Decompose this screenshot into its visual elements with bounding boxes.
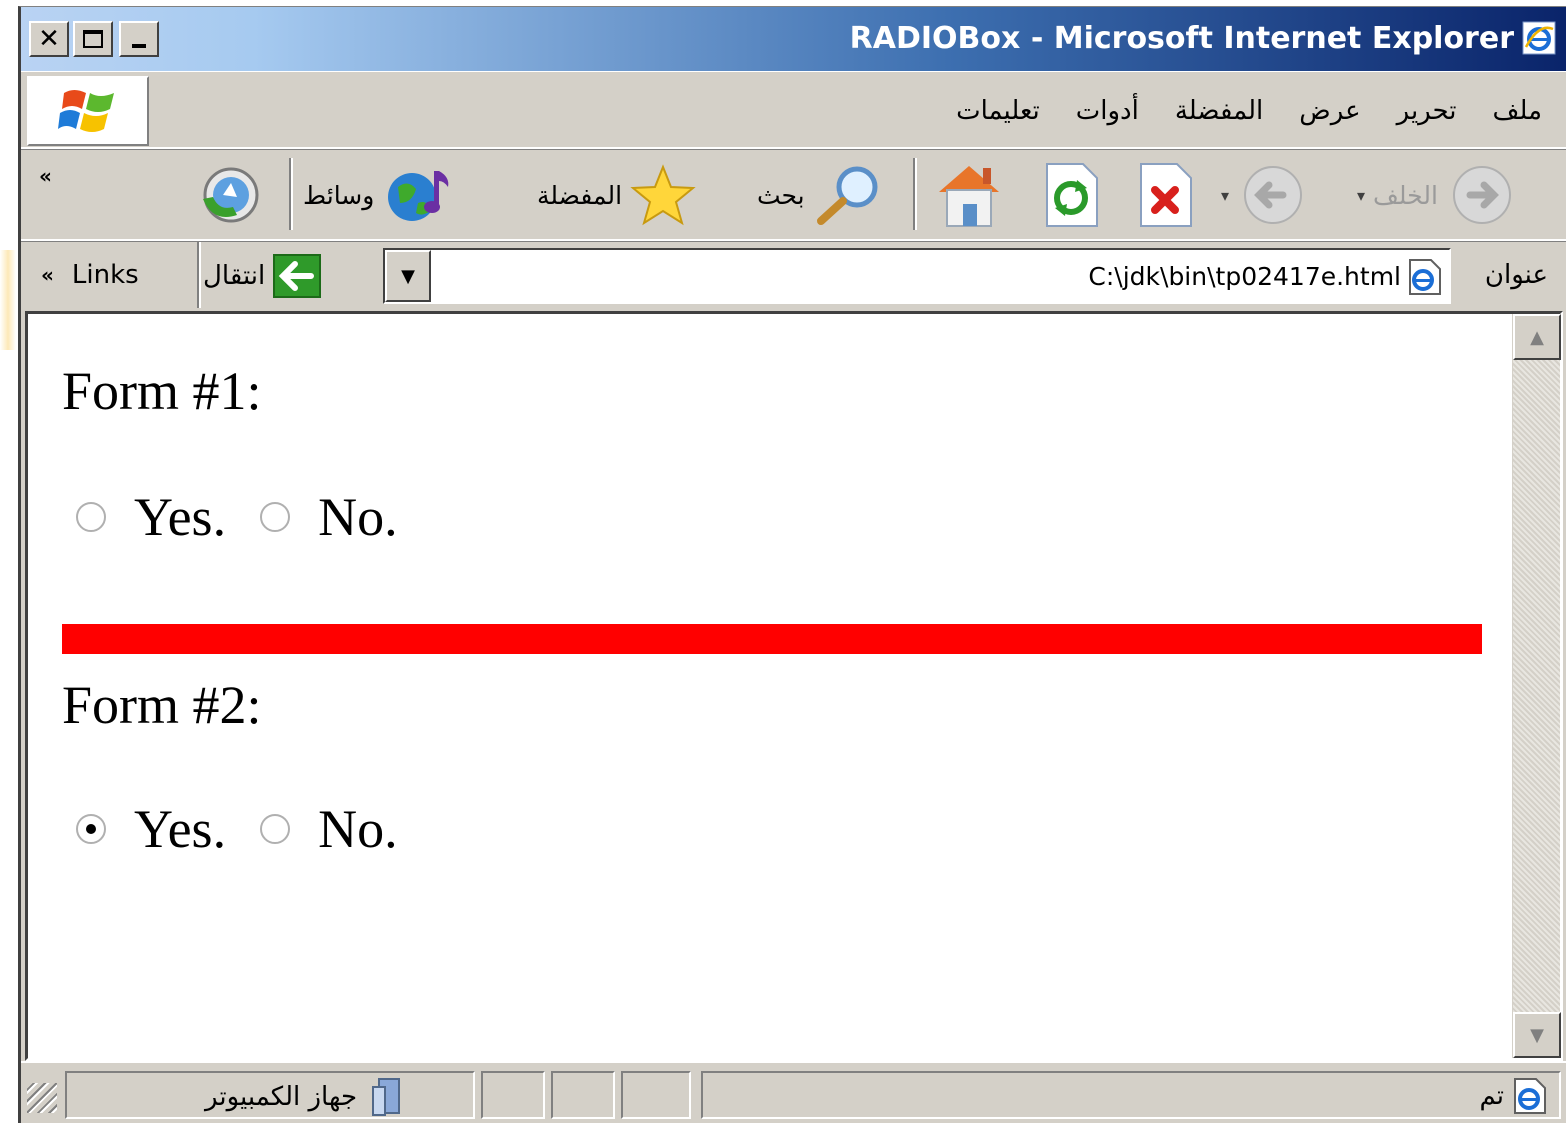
form2-yes-label[interactable]: Yes. (134, 798, 226, 860)
toolbar-chevron[interactable]: « (39, 164, 52, 188)
favorites-button[interactable]: المفضلة (537, 158, 696, 232)
ie-window: ✕ RADIOBox - Microsoft Internet Explorer (0, 0, 1566, 1123)
search-label: بحث (757, 180, 805, 210)
address-dropdown-button[interactable]: ▼ (385, 250, 431, 302)
back-label: الخلف (1373, 180, 1438, 210)
ie-logo-icon (1522, 21, 1556, 55)
scroll-up-button[interactable]: ▲ (1513, 314, 1561, 360)
menu-items: ملف تحرير عرض المفضلة أدوات تعليمات (956, 96, 1542, 126)
msn-button[interactable] (193, 158, 265, 232)
go-arrow-icon (273, 254, 322, 298)
links-chevron[interactable]: « (41, 263, 54, 287)
stop-button[interactable] (1135, 158, 1195, 232)
links-toolbar: « Links (41, 260, 139, 290)
scroll-down-icon: ▼ (1530, 1024, 1544, 1046)
status-panel-1 (481, 1071, 545, 1119)
menu-view[interactable]: عرض (1299, 96, 1360, 126)
form1-no-radio[interactable] (260, 502, 291, 532)
minimize-button[interactable] (119, 21, 159, 57)
ie-page-icon (1514, 1078, 1546, 1114)
refresh-icon (1046, 163, 1098, 227)
resize-grip[interactable] (27, 1083, 57, 1113)
search-button[interactable]: بحث (757, 158, 885, 232)
home-button[interactable] (933, 158, 1005, 232)
refresh-button[interactable] (1041, 158, 1101, 232)
scroll-up-icon: ▲ (1530, 326, 1544, 348)
menu-bar: ملف تحرير عرض المفضلة أدوات تعليمات (21, 71, 1566, 149)
back-arrow-icon (1452, 166, 1511, 224)
dropdown-arrow-icon: ▼ (401, 265, 415, 287)
links-label[interactable]: Links (72, 260, 139, 290)
status-done: تم (1479, 1077, 1548, 1115)
status-zone: جهاز الكمبيوتر (205, 1077, 405, 1117)
red-separator (62, 624, 1482, 654)
menu-file[interactable]: ملف (1493, 96, 1542, 126)
window-controls: ✕ (29, 21, 159, 57)
back-dropdown-arrow-icon[interactable]: ▾ (1357, 186, 1365, 205)
form1-yes-label[interactable]: Yes. (134, 486, 226, 548)
status-zone-text: جهاز الكمبيوتر (205, 1082, 358, 1112)
vertical-scrollbar[interactable]: ▲ ▼ (1512, 314, 1561, 1058)
forward-button[interactable]: ▾ (1221, 158, 1309, 232)
windows-logo (27, 76, 149, 146)
windows-flag-icon (58, 90, 114, 132)
title-bar[interactable]: ✕ RADIOBox - Microsoft Internet Explorer (21, 7, 1566, 71)
window-title: RADIOBox - Microsoft Internet Explorer (849, 21, 1514, 56)
page-content: Form #1: Yes. No. Form #2: Yes. No. ▲ ▼ (25, 311, 1563, 1061)
computer-icon (372, 1078, 401, 1116)
messenger-icon (203, 167, 259, 223)
form2-title: Form #2: (62, 675, 262, 735)
scroll-down-button[interactable]: ▼ (1513, 1012, 1561, 1058)
maximize-icon (83, 30, 103, 48)
browser-frame: ✕ RADIOBox - Microsoft Internet Explorer (18, 6, 1566, 1123)
maximize-button[interactable] (73, 21, 113, 57)
form2-no-radio[interactable] (260, 814, 291, 844)
home-icon (939, 166, 999, 227)
form2-radio-group: Yes. No. (76, 798, 398, 860)
form1-title: Form #1: (62, 361, 262, 421)
menu-help[interactable]: تعليمات (956, 96, 1040, 126)
form2-yes-radio[interactable] (76, 814, 106, 844)
menu-tools[interactable]: أدوات (1076, 96, 1139, 126)
forward-arrow-icon (1244, 166, 1303, 224)
search-icon (816, 166, 878, 225)
star-icon (630, 164, 696, 226)
status-panel-3 (621, 1071, 691, 1119)
stop-icon (1140, 163, 1192, 227)
status-bar: جهاز الكمبيوتر تم (21, 1061, 1566, 1124)
address-input[interactable]: ▼ C:\jdk\bin\tp02417e.html (383, 248, 1451, 304)
favorites-label: المفضلة (537, 180, 623, 210)
form2-no-label[interactable]: No. (318, 798, 398, 860)
form1-yes-radio[interactable] (76, 502, 106, 532)
close-button[interactable]: ✕ (29, 21, 69, 57)
desktop-background-strip (0, 0, 20, 1123)
standard-toolbar: « وسائط المفضلة بحث ▾ ▾ الخلف (21, 149, 1566, 241)
status-panel-2 (551, 1071, 615, 1119)
media-label: وسائط (303, 180, 375, 210)
menu-edit[interactable]: تحرير (1397, 96, 1457, 126)
page-icon (1409, 259, 1441, 295)
media-globe-icon (388, 171, 449, 221)
close-icon: ✕ (38, 24, 60, 54)
forward-dropdown-arrow-icon[interactable]: ▾ (1221, 186, 1229, 205)
back-button[interactable]: ▾ الخلف (1357, 158, 1518, 232)
form1-no-label[interactable]: No. (318, 486, 398, 548)
minimize-icon (132, 44, 146, 48)
menu-favorites[interactable]: المفضلة (1175, 96, 1263, 126)
go-button[interactable]: انتقال (203, 254, 322, 298)
form1-radio-group: Yes. No. (76, 486, 398, 548)
status-done-text: تم (1479, 1081, 1504, 1111)
media-button[interactable]: وسائط (303, 158, 454, 232)
go-label: انتقال (203, 261, 266, 291)
address-value: C:\jdk\bin\tp02417e.html (1088, 262, 1401, 291)
address-bar: « Links انتقال ▼ C:\jdk\bin\tp02417e.htm… (21, 241, 1566, 311)
address-label: عنوان (1484, 260, 1548, 290)
status-main-panel (701, 1071, 1561, 1119)
